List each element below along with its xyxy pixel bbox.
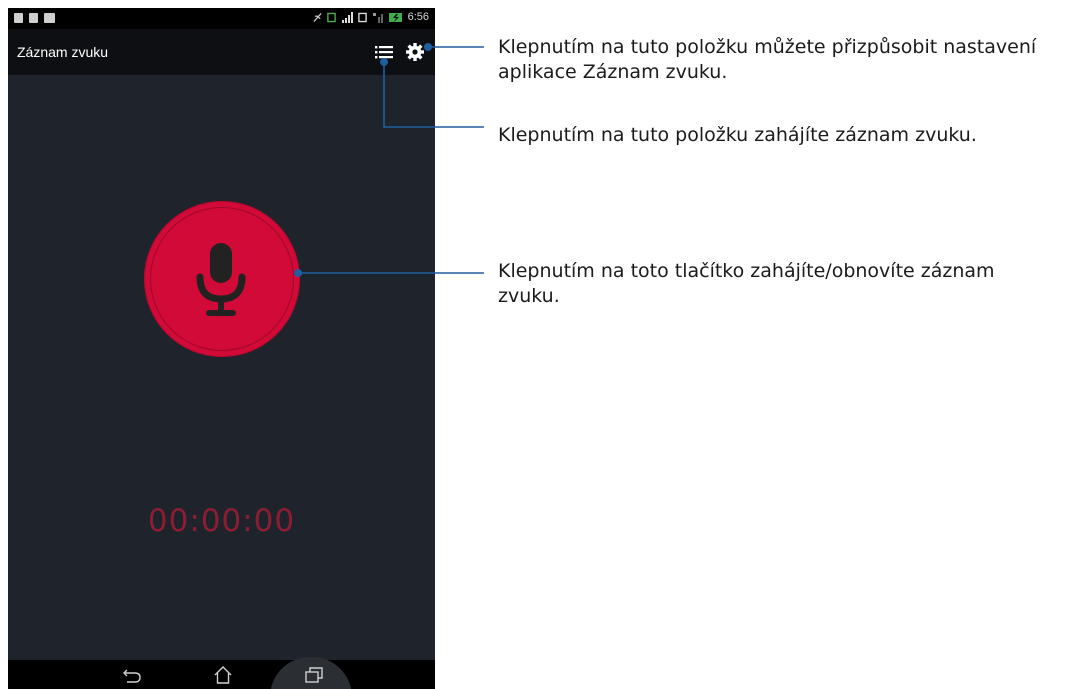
settings-callout-text: Klepnutím na tuto položku můžete přizpůs… — [498, 36, 1037, 83]
list-callout-text: Klepnutím na tuto položku zahájíte zázna… — [498, 124, 977, 146]
callout-lines — [294, 43, 484, 277]
settings-callout-dot — [424, 43, 432, 51]
record-callout-text: Klepnutím na toto tlačítko zahájíte/obno… — [498, 260, 995, 307]
record-callout-dot — [294, 269, 302, 277]
list-callout-line — [383, 62, 484, 128]
list-callout-dot — [380, 58, 388, 66]
